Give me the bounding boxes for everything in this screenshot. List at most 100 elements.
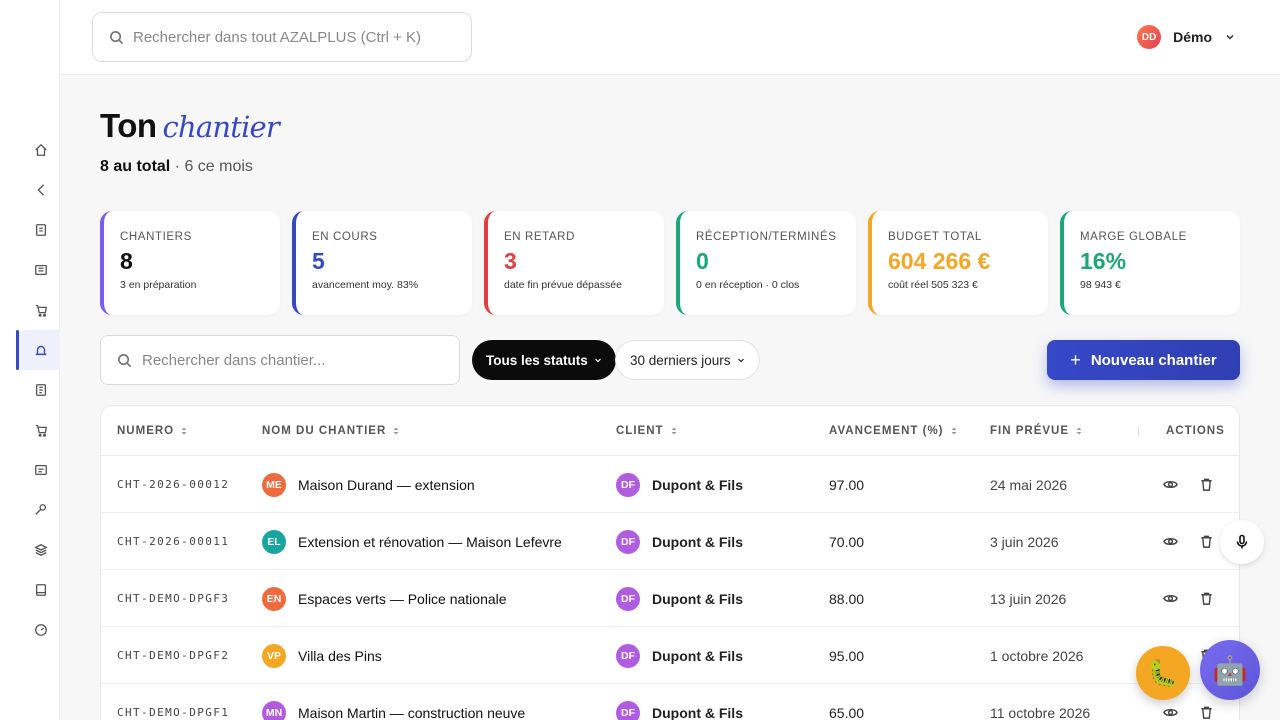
- trash-icon[interactable]: [1199, 534, 1214, 549]
- stat-card-chantiers[interactable]: CHANTIERS 8 3 en préparation: [100, 211, 280, 315]
- back-icon: [37, 184, 45, 196]
- sidebar-item-tools[interactable]: [16, 490, 60, 530]
- stat-card-en-cours[interactable]: EN COURS 5 avancement moy. 83%: [292, 211, 472, 315]
- column-header-fin-prevue[interactable]: FIN PRÉVUE: [990, 425, 1083, 437]
- page-subtitle: 8 au total · 6 ce mois: [100, 158, 253, 176]
- new-chantier-button[interactable]: + Nouveau chantier: [1047, 340, 1240, 380]
- row-avancement: 95.00: [829, 647, 865, 664]
- voice-input-button[interactable]: [1220, 520, 1264, 564]
- chevron-down-icon: [594, 358, 601, 363]
- sidebar-item-purchases[interactable]: [16, 410, 60, 450]
- document-icon: [35, 224, 47, 236]
- stat-card-marge[interactable]: MARGE GLOBALE 16% 98 943 €: [1060, 211, 1240, 315]
- sidebar-item-cart[interactable]: [16, 290, 60, 330]
- avatar: EN: [262, 586, 286, 611]
- eye-icon[interactable]: [1163, 705, 1178, 720]
- stat-value: 16%: [1080, 248, 1127, 274]
- stat-label: RÉCEPTION/TERMINÉS: [696, 231, 837, 243]
- assistant-button[interactable]: 🤖: [1200, 640, 1260, 700]
- sort-icon: [393, 427, 399, 434]
- eye-icon[interactable]: [1163, 591, 1178, 606]
- column-header-avancement[interactable]: AVANCEMENT (%): [829, 425, 958, 437]
- table-row[interactable]: CHT-DEMO-DPGF1 MN Maison Martin — constru…: [101, 684, 1239, 720]
- toolbar: Tous les statuts 30 derniers jours + Nou…: [100, 335, 1240, 385]
- eye-icon[interactable]: [1163, 477, 1178, 492]
- avatar: EL: [262, 529, 286, 554]
- stat-note: date fin prévue dépassée: [504, 279, 622, 291]
- sidebar-item-chantiers[interactable]: [16, 330, 60, 370]
- receipt-icon: [35, 384, 47, 396]
- sidebar-item-documents[interactable]: [16, 210, 60, 250]
- stat-value: 8: [120, 248, 133, 274]
- row-client[interactable]: Dupont & Fils: [652, 705, 743, 720]
- row-nom[interactable]: Villa des Pins: [298, 648, 382, 664]
- row-nom[interactable]: Espaces verts — Police nationale: [298, 591, 507, 607]
- status-filter-label: Tous les statuts: [486, 352, 588, 368]
- sidebar-item-layers[interactable]: [16, 530, 60, 570]
- row-client[interactable]: Dupont & Fils: [652, 591, 743, 607]
- table-row[interactable]: CHT-DEMO-DPGF3 EN Espaces verts — Police …: [101, 570, 1239, 627]
- column-header-client[interactable]: CLIENT: [616, 425, 678, 437]
- chantier-search[interactable]: [100, 335, 460, 385]
- page-title-emphasis: chantier: [162, 110, 280, 144]
- total-count: 8 au total: [100, 158, 171, 175]
- column-header-actions: ACTIONS: [1166, 425, 1225, 437]
- period-filter[interactable]: 30 derniers jours: [615, 340, 760, 380]
- table-row[interactable]: CHT-2026-00011 EL Extension et rénovation…: [101, 513, 1239, 570]
- trash-icon[interactable]: [1199, 705, 1214, 720]
- row-nom[interactable]: Maison Martin — construction neuve: [298, 705, 525, 720]
- row-avancement: 88.00: [829, 590, 865, 607]
- global-search-input[interactable]: [133, 28, 453, 46]
- sidebar-item-home[interactable]: [16, 130, 60, 170]
- client-avatar: DF: [616, 643, 640, 668]
- stat-card-reception[interactable]: RÉCEPTION/TERMINÉS 0 0 en réception · 0 …: [676, 211, 856, 315]
- stat-card-en-retard[interactable]: EN RETARD 3 date fin prévue dépassée: [484, 211, 664, 315]
- eye-icon[interactable]: [1163, 534, 1178, 549]
- row-client[interactable]: Dupont & Fils: [652, 477, 743, 493]
- stat-card-budget[interactable]: BUDGET TOTAL 604 266 € coût réel 505 323…: [868, 211, 1048, 315]
- stat-label: CHANTIERS: [120, 231, 192, 243]
- row-numero: CHT-DEMO-DPGF1: [117, 706, 230, 719]
- chantier-search-input[interactable]: [142, 351, 442, 369]
- column-header-label: NUMERO: [117, 424, 175, 437]
- status-filter[interactable]: Tous les statuts: [472, 340, 616, 380]
- cart-icon: [35, 304, 48, 317]
- stat-note: 98 943 €: [1080, 279, 1121, 291]
- tools-icon: [35, 504, 47, 515]
- row-client[interactable]: Dupont & Fils: [652, 648, 743, 664]
- sidebar-item-book[interactable]: [16, 570, 60, 610]
- trash-icon[interactable]: [1199, 477, 1214, 492]
- sidebar-item-invoices[interactable]: [16, 450, 60, 490]
- sidebar-item-dashboard[interactable]: [16, 610, 60, 650]
- chevron-down-icon: [1226, 34, 1234, 40]
- row-fin-prevue: 3 juin 2026: [990, 533, 1059, 550]
- sidebar-item-back[interactable]: [16, 170, 60, 210]
- stat-value: 604 266 €: [888, 248, 991, 274]
- row-avancement: 70.00: [829, 533, 865, 550]
- table-row[interactable]: CHT-2026-00012 ME Maison Durand — extensi…: [101, 456, 1239, 513]
- bug-report-button[interactable]: 🐛: [1136, 646, 1190, 700]
- stat-note: 0 en réception · 0 clos: [696, 279, 800, 291]
- stat-label: EN RETARD: [504, 231, 575, 243]
- row-numero: CHT-2026-00011: [117, 535, 230, 548]
- chantiers-table: NUMERO NOM DU CHANTIER CLIENT AVANCEMENT…: [100, 405, 1240, 720]
- dashboard-icon: [35, 624, 47, 636]
- sidebar: [0, 0, 60, 720]
- column-header-nom[interactable]: NOM DU CHANTIER: [262, 425, 400, 437]
- cart-icon: [35, 424, 48, 437]
- trash-icon[interactable]: [1199, 591, 1214, 606]
- row-nom[interactable]: Extension et rénovation — Maison Lefevre: [298, 534, 562, 550]
- row-nom[interactable]: Maison Durand — extension: [298, 477, 475, 493]
- chevron-down-icon: [737, 358, 744, 363]
- user-menu[interactable]: DD Démo: [1137, 25, 1236, 49]
- row-numero: CHT-DEMO-DPGF3: [117, 592, 230, 605]
- sidebar-item-list[interactable]: [16, 250, 60, 290]
- global-search[interactable]: [92, 12, 472, 62]
- stat-value: 3: [504, 248, 517, 274]
- row-client[interactable]: Dupont & Fils: [652, 534, 743, 550]
- table-row[interactable]: CHT-DEMO-DPGF2 VP Villa des Pins DF Dupont…: [101, 627, 1239, 684]
- list-icon: [35, 264, 47, 276]
- client-avatar: DF: [616, 700, 640, 720]
- sidebar-item-receipts[interactable]: [16, 370, 60, 410]
- column-header-numero[interactable]: NUMERO: [117, 425, 188, 437]
